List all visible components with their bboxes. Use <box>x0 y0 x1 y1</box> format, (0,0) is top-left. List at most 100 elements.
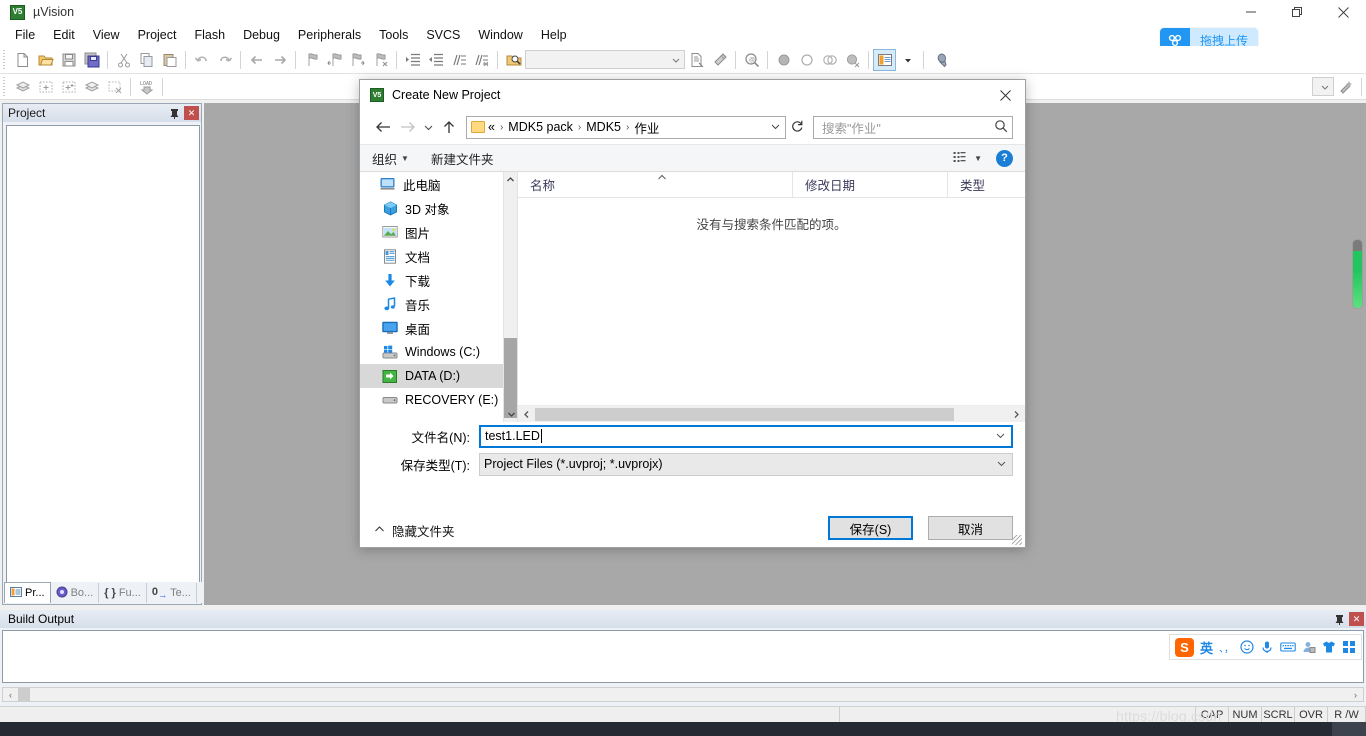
chevron-down-icon[interactable] <box>767 121 783 134</box>
download-icon[interactable]: LOAD <box>135 76 158 98</box>
breadcrumb[interactable]: « › MDK5 pack › MDK5 › 作业 <box>466 115 786 139</box>
rebuild-icon[interactable] <box>34 76 57 98</box>
copy-icon[interactable] <box>135 49 158 71</box>
voice-input-icon[interactable] <box>1260 640 1274 654</box>
nav-item-3d-objects[interactable]: 3D 对象 <box>360 196 517 220</box>
menu-item-flash[interactable]: Flash <box>185 25 234 45</box>
scroll-thumb[interactable] <box>504 338 517 418</box>
menu-item-project[interactable]: Project <box>129 25 186 45</box>
build-output-hscrollbar[interactable]: ‹ › <box>2 687 1364 702</box>
emoji-icon[interactable] <box>1240 640 1254 654</box>
sogou-logo-icon[interactable]: S <box>1174 637 1194 657</box>
minimize-button[interactable] <box>1228 0 1274 24</box>
breadcrumb-item-0[interactable]: MDK5 pack <box>505 120 576 134</box>
chevron-down-icon[interactable] <box>990 459 1012 470</box>
open-file-icon[interactable] <box>34 49 57 71</box>
toolbar-grip[interactable] <box>2 76 8 97</box>
column-header-date-modified[interactable]: 修改日期 <box>793 171 948 198</box>
close-icon[interactable]: ✕ <box>1349 612 1364 626</box>
scroll-thumb[interactable] <box>535 407 954 421</box>
scroll-left-icon[interactable] <box>518 407 535 422</box>
project-tab-books[interactable]: Bo... <box>51 583 100 603</box>
save-icon[interactable] <box>57 49 80 71</box>
navigate-back-icon[interactable] <box>245 49 268 71</box>
redo-icon[interactable] <box>213 49 236 71</box>
nav-item-documents[interactable]: 文档 <box>360 244 517 268</box>
menu-item-view[interactable]: View <box>84 25 129 45</box>
dialog-close-button[interactable] <box>985 80 1025 110</box>
nav-item-windows-c[interactable]: Windows (C:) <box>360 340 517 364</box>
scroll-right-icon[interactable] <box>1008 407 1025 422</box>
chevron-down-icon[interactable] <box>989 431 1011 442</box>
project-window-icon[interactable] <box>873 48 896 71</box>
navigation-pane-scrollbar[interactable] <box>503 172 517 422</box>
new-folder-button[interactable]: 新建文件夹 <box>417 149 502 168</box>
view-mode-button[interactable]: ▼ <box>953 150 982 167</box>
organize-button[interactable]: 组织 ▼ <box>372 149 417 168</box>
cut-icon[interactable] <box>112 49 135 71</box>
uncomment-icon[interactable] <box>470 49 493 71</box>
find-in-files-icon[interactable] <box>502 49 525 71</box>
help-icon[interactable]: ? <box>996 149 1013 167</box>
punctuation-icon[interactable]: 、， <box>1219 640 1234 655</box>
menu-item-tools[interactable]: Tools <box>370 25 417 45</box>
close-button[interactable] <box>1320 0 1366 24</box>
breakpoint-kill-all-icon[interactable] <box>818 49 841 71</box>
column-header-name[interactable]: 名称 <box>518 171 793 198</box>
indent-icon[interactable] <box>401 49 424 71</box>
close-icon[interactable]: ✕ <box>184 106 199 120</box>
configure-target-icon[interactable] <box>928 49 951 71</box>
ime-mode-icon[interactable]: 英 <box>1200 638 1213 657</box>
target-options-icon[interactable] <box>1334 76 1357 98</box>
breadcrumb-item-1[interactable]: MDK5 <box>583 120 624 134</box>
project-tree[interactable] <box>6 125 200 583</box>
comment-icon[interactable] <box>447 49 470 71</box>
pin-icon[interactable] <box>1331 612 1347 627</box>
menu-item-debug[interactable]: Debug <box>234 25 289 45</box>
nav-item-data-d[interactable]: DATA (D:) <box>360 364 517 388</box>
breakpoint-icon[interactable] <box>772 49 795 71</box>
toolbox-icon[interactable] <box>1342 640 1356 654</box>
scroll-up-icon[interactable] <box>504 172 517 187</box>
menu-item-svcs[interactable]: SVCS <box>417 25 469 45</box>
hide-folders-button[interactable]: 隐藏文件夹 <box>374 521 455 540</box>
user-account-icon[interactable] <box>1302 640 1316 654</box>
menu-item-peripherals[interactable]: Peripherals <box>289 25 370 45</box>
nav-item-downloads[interactable]: 下载 <box>360 268 517 292</box>
arrow-right-icon[interactable] <box>396 116 418 138</box>
breakpoint-disable-all-icon[interactable] <box>841 49 864 71</box>
editor-scrollbar-thumb[interactable] <box>1352 239 1363 309</box>
project-tab-templates[interactable]: 0→ Te... <box>147 583 197 603</box>
build-icon[interactable] <box>11 76 34 98</box>
resize-grip[interactable] <box>1012 535 1022 545</box>
outdent-icon[interactable] <box>424 49 447 71</box>
file-list-hscrollbar[interactable] <box>518 405 1025 422</box>
toolbar-grip[interactable] <box>2 49 8 70</box>
menu-item-file[interactable]: File <box>6 25 44 45</box>
nav-item-pictures[interactable]: 图片 <box>360 220 517 244</box>
scroll-down-icon[interactable] <box>504 407 517 422</box>
savetype-select[interactable]: Project Files (*.uvproj; *.uvprojx) <box>479 452 1013 476</box>
project-tab-project[interactable]: Pr... <box>4 582 51 603</box>
scroll-right-icon[interactable]: › <box>1348 688 1363 701</box>
skin-icon[interactable] <box>1322 640 1336 654</box>
scroll-left-icon[interactable]: ‹ <box>3 688 18 701</box>
magnifier-icon[interactable]: @ <box>740 49 763 71</box>
project-tab-functions[interactable]: { } Fu... <box>99 583 147 603</box>
configure-icon[interactable] <box>708 49 731 71</box>
paste-icon[interactable] <box>158 49 181 71</box>
refresh-icon[interactable] <box>788 119 806 136</box>
cancel-button[interactable]: 取消 <box>928 516 1013 540</box>
undo-icon[interactable] <box>190 49 213 71</box>
build-output-text[interactable] <box>2 630 1364 683</box>
pin-icon[interactable] <box>166 106 182 121</box>
menu-item-edit[interactable]: Edit <box>44 25 84 45</box>
navigate-forward-icon[interactable] <box>268 49 291 71</box>
bookmark-toggle-icon[interactable] <box>300 49 323 71</box>
chevron-down-icon[interactable] <box>420 116 436 138</box>
search-icon[interactable] <box>994 119 1008 136</box>
bookmark-prev-icon[interactable] <box>323 49 346 71</box>
target-combo[interactable] <box>1312 77 1334 96</box>
stop-build-icon[interactable] <box>103 76 126 98</box>
nav-item-desktop[interactable]: 桌面 <box>360 316 517 340</box>
